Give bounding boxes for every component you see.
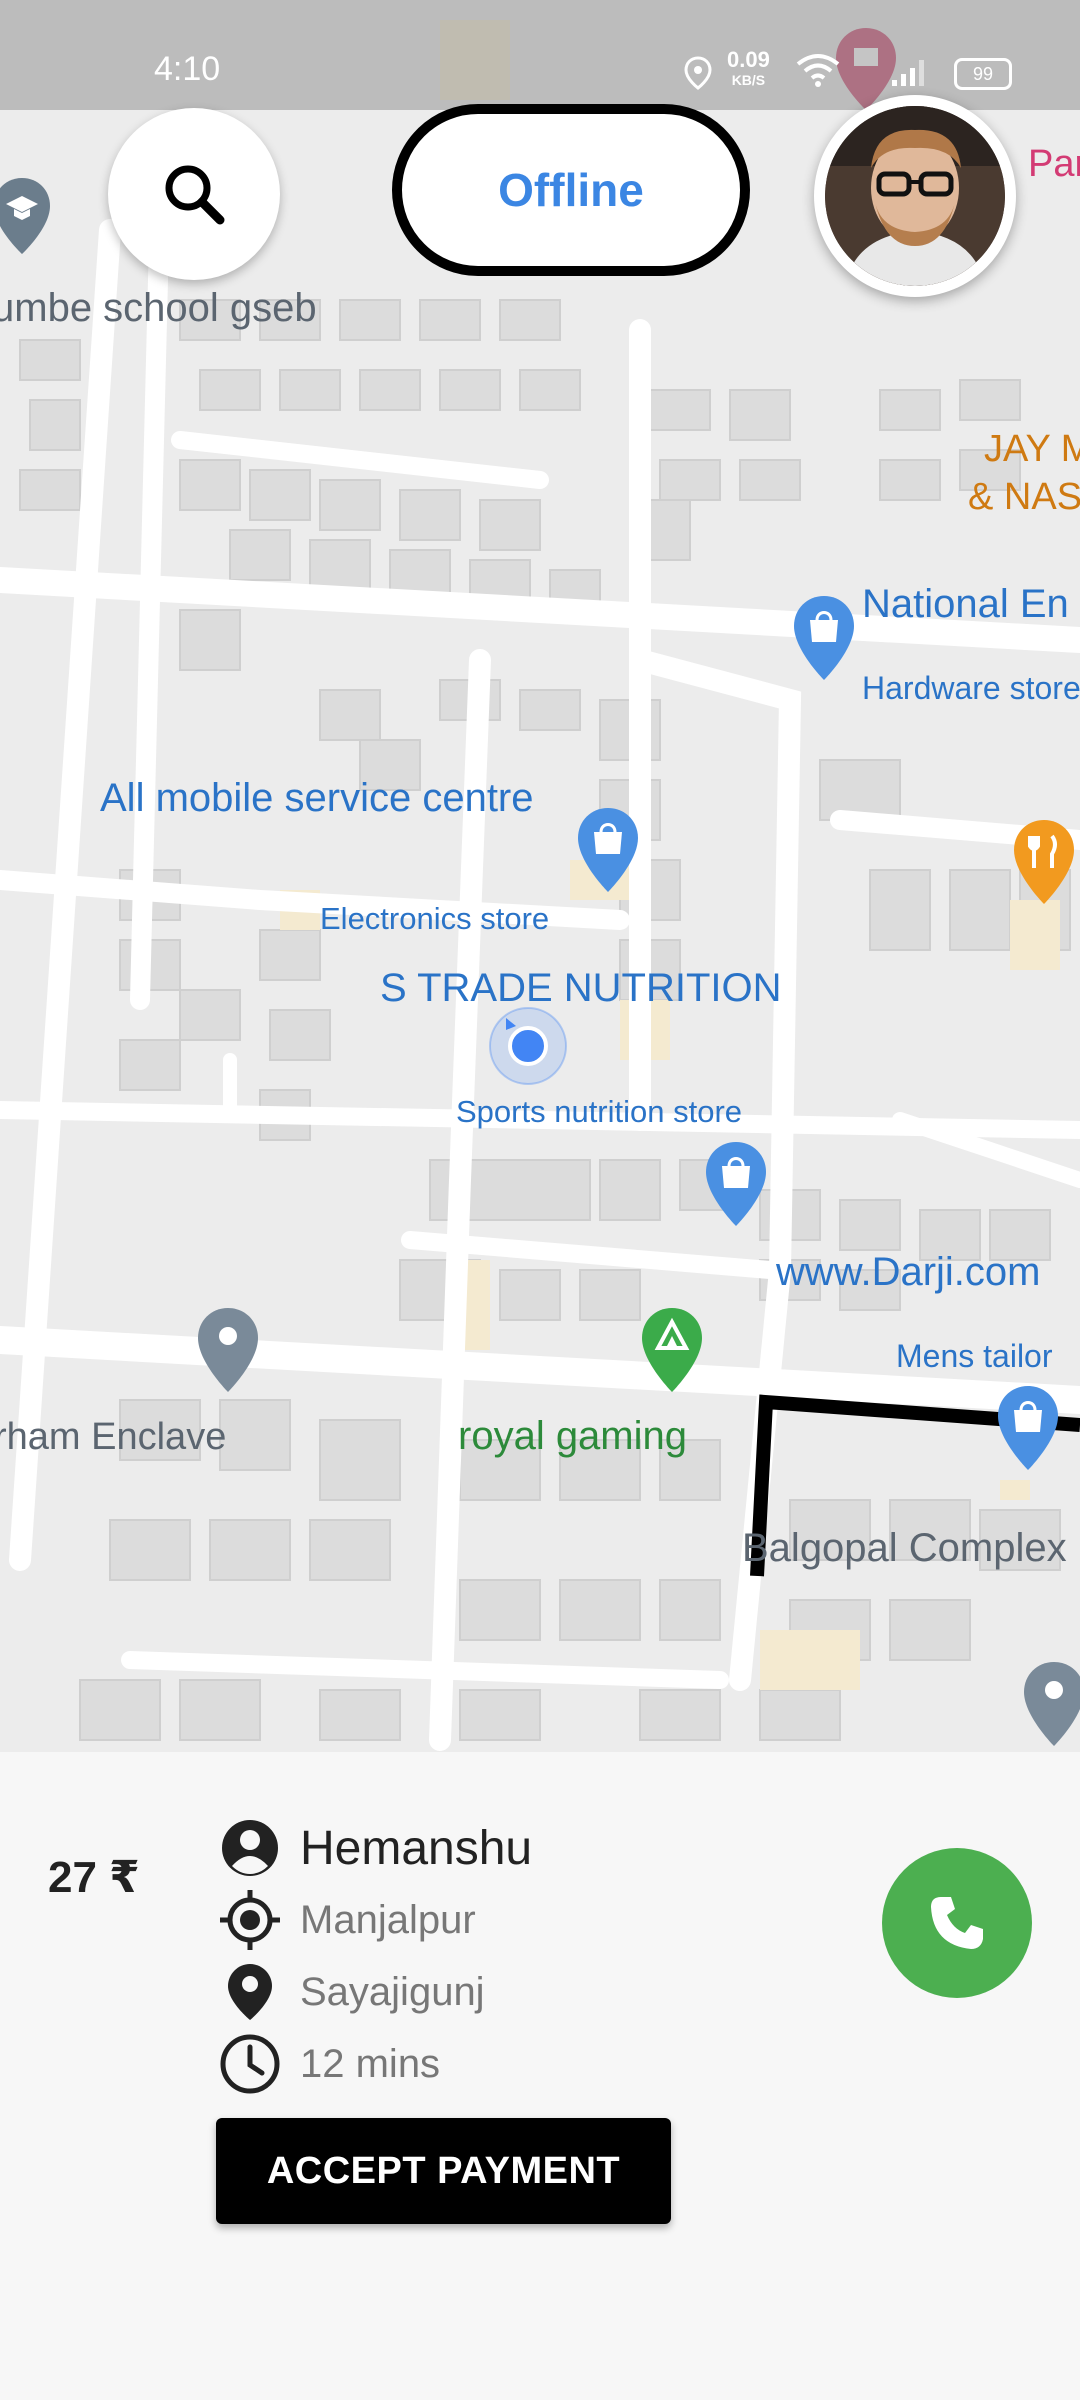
shopping-pin-icon[interactable] bbox=[704, 1140, 768, 1228]
school-pin-icon[interactable] bbox=[0, 176, 52, 256]
poi-label-hardware[interactable]: Hardware store bbox=[862, 672, 1080, 704]
passenger-row: Hemanshu bbox=[218, 1816, 532, 1880]
poi-label-sports[interactable]: Sports nutrition store bbox=[456, 1096, 742, 1127]
trip-duration: 12 mins bbox=[300, 2041, 441, 2086]
location-status-icon bbox=[684, 56, 712, 90]
poi-label-mens-tailor[interactable]: Mens tailor bbox=[896, 1340, 1053, 1372]
accept-payment-button[interactable]: ACCEPT PAYMENT bbox=[216, 2118, 671, 2224]
poi-label-electronics[interactable]: Electronics store bbox=[320, 903, 549, 934]
restaurant-pin-icon[interactable] bbox=[1012, 818, 1076, 906]
pickup-row: Manjalpur bbox=[218, 1888, 476, 1952]
signal-icon bbox=[892, 60, 924, 86]
shopping-pin-icon[interactable] bbox=[576, 806, 640, 894]
battery-icon: 99 bbox=[954, 58, 1012, 90]
my-location-icon bbox=[489, 1007, 567, 1085]
wifi-icon bbox=[796, 54, 840, 87]
call-button[interactable] bbox=[882, 1848, 1032, 1998]
online-status-toggle[interactable]: Offline bbox=[392, 104, 750, 276]
person-icon bbox=[218, 1816, 282, 1880]
shopping-pin-icon[interactable] bbox=[996, 1384, 1060, 1472]
poi-label-s-trade[interactable]: S TRADE NUTRITION bbox=[380, 968, 782, 1008]
poi-label-royal[interactable]: royal gaming bbox=[458, 1416, 687, 1456]
status-bar: 4:10 0.09 KB/S 99 bbox=[0, 0, 1080, 110]
status-time: 4:10 bbox=[154, 50, 221, 88]
poi-label-darji[interactable]: www.Darji.com bbox=[776, 1252, 1040, 1292]
drop-row: Sayajigunj bbox=[218, 1960, 485, 2024]
net-speed-value: 0.09 bbox=[727, 47, 770, 72]
poi-label-balgopal[interactable]: Balgopal Complex bbox=[742, 1528, 1067, 1568]
shopping-pin-icon[interactable] bbox=[792, 594, 856, 682]
poi-label-all-mobile[interactable]: All mobile service centre bbox=[100, 778, 534, 818]
search-button[interactable] bbox=[108, 108, 280, 280]
poi-label-arham[interactable]: rham Enclave bbox=[0, 1418, 226, 1456]
poi-label-par[interactable]: Par bbox=[1028, 145, 1080, 183]
ride-request-sheet bbox=[0, 1752, 1080, 2400]
poi-label-school[interactable]: umbe school gseb bbox=[0, 288, 317, 328]
net-speed: 0.09 KB/S bbox=[727, 47, 770, 90]
poi-label-jay-1[interactable]: JAY M bbox=[984, 430, 1080, 468]
gaming-pin-icon[interactable] bbox=[640, 1306, 704, 1394]
location-pin-icon[interactable] bbox=[1022, 1660, 1080, 1748]
search-icon bbox=[165, 165, 225, 225]
net-speed-unit: KB/S bbox=[731, 72, 766, 88]
location-pin-icon bbox=[218, 1960, 282, 2024]
avatar bbox=[825, 106, 1005, 286]
fare-amount: 27 ₹ bbox=[48, 1853, 140, 1902]
duration-row: 12 mins bbox=[218, 2032, 440, 2096]
profile-button[interactable] bbox=[814, 95, 1016, 297]
drop-location: Sayajigunj bbox=[300, 1969, 485, 2014]
pickup-location: Manjalpur bbox=[300, 1897, 476, 1942]
clock-icon bbox=[218, 2032, 282, 2096]
phone-icon bbox=[931, 1897, 983, 1949]
gps-target-icon bbox=[218, 1888, 282, 1952]
battery-level: 99 bbox=[972, 64, 994, 84]
status-toggle-label: Offline bbox=[498, 164, 644, 216]
passenger-name: Hemanshu bbox=[300, 1821, 533, 1875]
poi-label-jay-2[interactable]: & NAS bbox=[968, 478, 1080, 516]
poi-label-national[interactable]: National En bbox=[862, 584, 1069, 624]
location-pin-icon[interactable] bbox=[196, 1306, 260, 1394]
